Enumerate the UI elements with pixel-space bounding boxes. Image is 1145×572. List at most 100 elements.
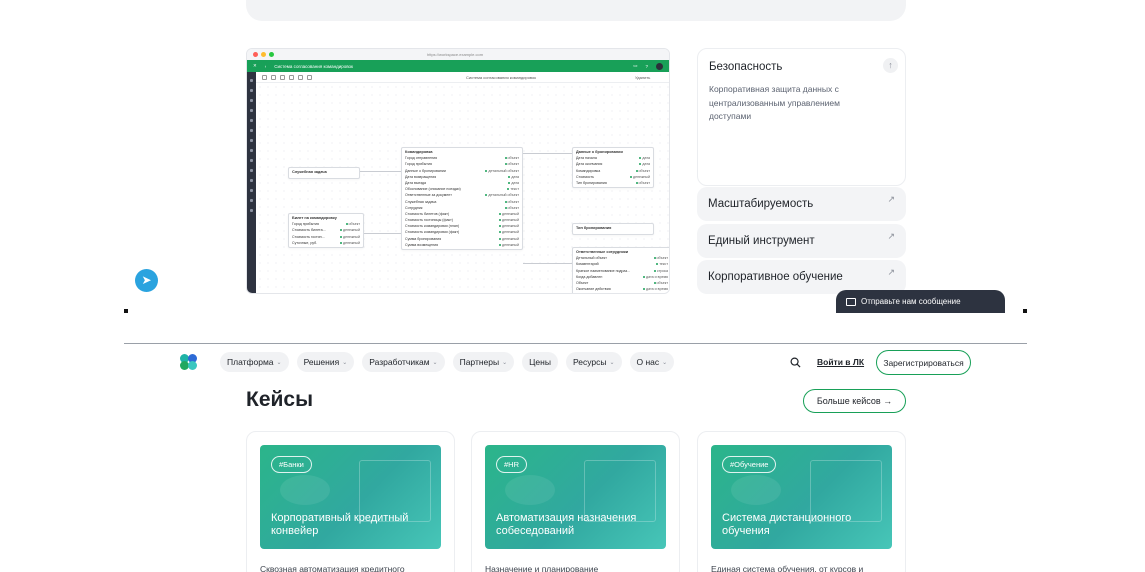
node-left-table: Билет на командировку Город прибытия объе…: [288, 213, 364, 248]
node-row: Стоимость билета... денежный: [292, 228, 360, 232]
diagram-edge: [523, 153, 572, 154]
node-row-field: Стоимость командировки (план): [405, 224, 460, 229]
node-title: Тип бронирования: [576, 226, 612, 230]
grid-icon: [250, 109, 253, 112]
node-row-field: Стоимость командировки (факт): [405, 230, 460, 235]
node-row-field: Город отправления: [405, 156, 438, 161]
node-row-type: строка: [654, 269, 668, 273]
case-tag[interactable]: #Банки: [271, 456, 312, 473]
node-row-field: Служебная задача: [405, 199, 437, 204]
node-row: Стоимость билетов (факт) денежный: [405, 212, 519, 216]
chevron-down-icon: ⌄: [276, 359, 282, 366]
node-row-field: Комментарий: [576, 262, 599, 267]
node-row: Город прибытия объект: [292, 222, 360, 226]
node-title: Данные о бронировании: [576, 150, 623, 154]
close-dot-icon: [253, 52, 258, 57]
feature-item-scalability[interactable]: Масштабируемость ↗: [697, 187, 906, 221]
diagram-edge: [364, 233, 401, 234]
chart-icon: [250, 139, 253, 142]
nav-item-2[interactable]: Разработчикам ⌄: [362, 352, 445, 372]
toolbar-title: Система согласования командировок: [466, 74, 536, 80]
node-row-type: денежный: [499, 218, 519, 222]
node-title: Командировка: [405, 150, 433, 154]
node-row-type: детальный объект: [485, 169, 519, 173]
nav-item-4[interactable]: Цены: [522, 352, 558, 372]
minimize-dot-icon: [261, 52, 266, 57]
node-row: Сумма бронирования денежный: [405, 237, 519, 241]
nav-item-6[interactable]: О нас ⌄: [629, 352, 675, 372]
settings-icon: [289, 74, 294, 80]
bell-icon: [250, 209, 253, 212]
nav-item-label: Партнеры: [459, 357, 500, 367]
node-row-type: объект: [346, 222, 360, 226]
case-image: #HR Автоматизация назначения собеседован…: [485, 445, 666, 549]
nav-item-1[interactable]: Решения ⌄: [296, 352, 355, 372]
telegram-icon: ➤: [141, 273, 152, 287]
case-tag[interactable]: #Обучение: [722, 456, 777, 473]
feature-card-security[interactable]: Безопасность Корпоративная защита данных…: [697, 48, 906, 186]
home-icon: [250, 89, 253, 92]
corner-mark: [1023, 309, 1027, 313]
chevron-down-icon: ⌄: [502, 359, 508, 366]
nav-item-label: О нас: [636, 357, 660, 367]
node-row-type: объект: [505, 162, 519, 166]
arrow-up-right-icon: ↗: [887, 267, 895, 277]
nav-item-3[interactable]: Партнеры ⌄: [452, 352, 515, 372]
nav-item-label: Ресурсы: [572, 357, 607, 367]
feature-title: Безопасность: [709, 61, 783, 73]
node-row-field: Тип бронирования: [576, 180, 607, 185]
telegram-button[interactable]: ➤: [135, 269, 158, 292]
node-row-type: дата: [508, 181, 519, 185]
case-card-hr[interactable]: #HR Автоматизация назначения собеседован…: [471, 431, 680, 572]
back-icon: ‹: [264, 63, 267, 69]
maximize-dot-icon: [269, 52, 274, 57]
node-row: Комментарий текст: [576, 262, 668, 266]
node-row: Стоимость командировки (факт) денежный: [405, 230, 519, 234]
node-row-type: дата: [639, 162, 650, 166]
case-image: #Банки Корпоративный кредитный конвейер: [260, 445, 441, 549]
node-row-type: дата: [639, 156, 650, 160]
node-row: Детальный объект объект: [576, 256, 668, 260]
case-card-education[interactable]: #Обучение Система дистанционного обучени…: [697, 431, 906, 572]
node-row: Стоимость командировки (план) денежный: [405, 224, 519, 228]
more-cases-button[interactable]: Больше кейсов →: [803, 389, 906, 413]
node-row-type: дата и время: [643, 287, 668, 291]
node-row: Стоимость гостиницы (факт) денежный: [405, 218, 519, 222]
user-icon: [250, 119, 253, 122]
toolbar-delete: Удалить: [635, 74, 651, 80]
node-row-type: объект: [654, 293, 668, 294]
node-row-field: Командировка: [576, 168, 601, 173]
app-header: ✕ ‹ Система согласования командировок ▭ …: [247, 60, 669, 72]
nav-item-0[interactable]: Платформа ⌄: [220, 352, 289, 372]
case-title: Система дистанционного обучения: [722, 512, 852, 537]
search-icon[interactable]: [790, 357, 801, 368]
feature-item-single-tool[interactable]: Единый инструмент ↗: [697, 224, 906, 258]
chat-icon: ▭: [633, 63, 638, 68]
node-row-field: Дата начала: [576, 156, 597, 161]
node-row-field: Дата окончания: [576, 162, 603, 167]
node-row: Служебная задача объект: [405, 200, 519, 204]
register-button[interactable]: Зарегистрироваться: [876, 350, 971, 375]
node-row-field: Дата выезда: [405, 180, 427, 185]
main-nav: Платформа ⌄ Решения ⌄ Разработчикам ⌄ Партнеры…: [220, 352, 675, 372]
case-tag[interactable]: #HR: [496, 456, 528, 473]
arrow-up-right-icon: ↗: [887, 231, 895, 241]
nav-item-5[interactable]: Ресурсы ⌄: [565, 352, 622, 372]
login-link[interactable]: Войти в ЛК: [817, 357, 864, 367]
case-description: Сквозная автоматизация кредитного: [260, 564, 405, 572]
node-row: Роль объект: [576, 293, 668, 294]
node-row: Тип бронирования объект: [576, 181, 650, 185]
arrow-up-icon[interactable]: ↑: [883, 58, 898, 73]
feature-item-corporate-training[interactable]: Корпоративное обучение ↗: [697, 260, 906, 294]
logo-icon[interactable]: [180, 354, 198, 370]
chevron-down-icon: ⌄: [432, 359, 438, 366]
star-icon: [250, 189, 253, 192]
section-divider: [124, 343, 1027, 344]
send-message-button[interactable]: Отправьте нам сообщение: [836, 290, 1005, 313]
case-card-banks[interactable]: #Банки Корпоративный кредитный конвейер …: [246, 431, 455, 572]
node-row-type: текст: [656, 262, 668, 266]
chevron-down-icon: ⌄: [662, 359, 668, 366]
node-row: Обоснование (описание поездки) текст: [405, 187, 519, 191]
editor-toolbar: Система согласования командировок Удалит…: [256, 72, 669, 83]
node-row-type: текст: [507, 187, 519, 191]
